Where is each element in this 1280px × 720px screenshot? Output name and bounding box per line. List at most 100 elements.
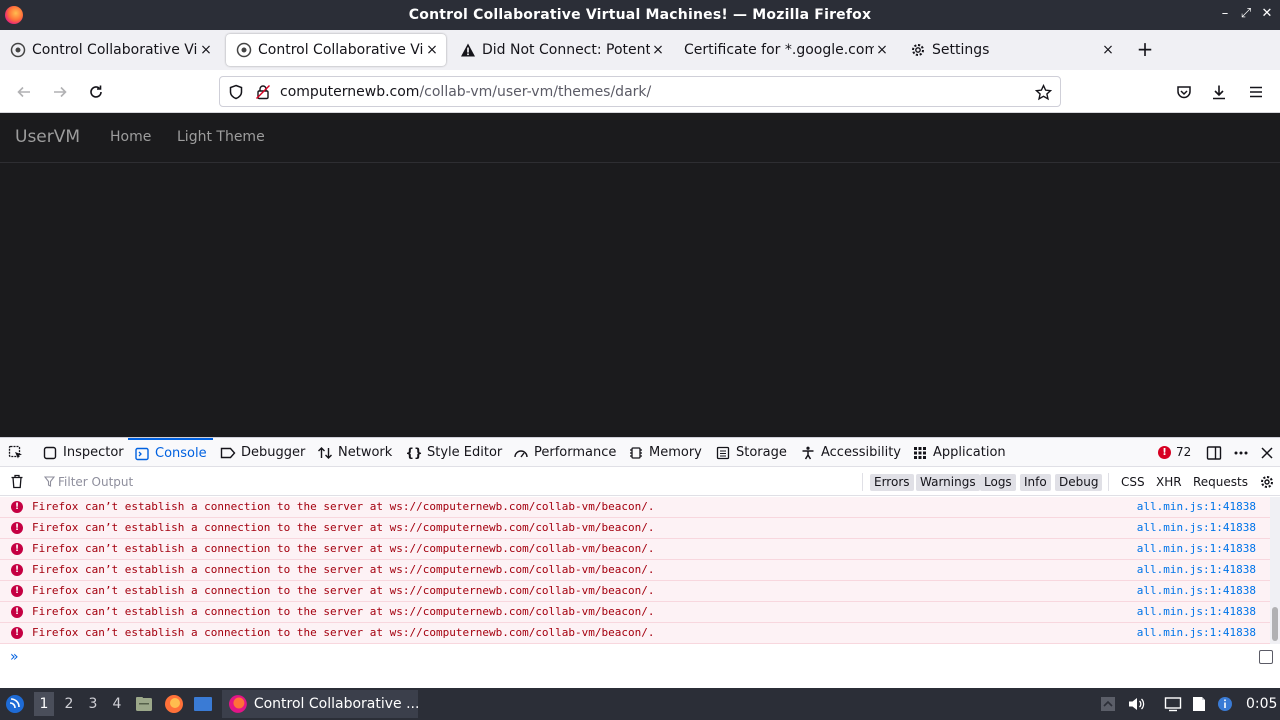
url-host: computernewb.com (280, 84, 420, 100)
element-picker-icon (8, 445, 22, 458)
workspace-1[interactable]: 1 (34, 692, 54, 716)
devtools-tab-debugger[interactable]: Debugger (220, 438, 305, 467)
insecure-lock-icon[interactable] (255, 84, 271, 100)
pocket-button[interactable] (1173, 81, 1195, 103)
nav-link-light-theme[interactable]: Light Theme (177, 129, 265, 145)
console-source-link[interactable]: all.min.js:1:41838 (1137, 605, 1256, 618)
console-message-row[interactable]: ! Firefox can’t establish a connection to… (0, 602, 1270, 623)
filter-debug-button[interactable]: Debug (1055, 474, 1103, 491)
console-source-link[interactable]: all.min.js:1:41838 (1137, 626, 1256, 639)
tab-did-not-connect[interactable]: Did Not Connect: Potential Security Issu… (450, 34, 672, 66)
devtools-tab-inspector[interactable]: Inspector (42, 438, 124, 467)
scrollbar-thumb[interactable] (1272, 607, 1278, 641)
devtools-tab-accessibility[interactable]: Accessibility (800, 438, 901, 467)
workspace-2[interactable]: 2 (62, 696, 76, 712)
volume-speaker-icon[interactable] (1127, 695, 1145, 713)
filter-requests-button[interactable]: Requests (1189, 474, 1252, 491)
taskbar-window-firefox[interactable]: Control Collaborative ... (222, 690, 418, 718)
tab-certificate[interactable]: Certificate for *.google.com × (674, 34, 896, 66)
filter-info-button[interactable]: Info (1020, 474, 1051, 491)
workspace-4[interactable]: 4 (110, 696, 124, 712)
error-icon: ! (11, 585, 23, 597)
console-settings-gear-icon[interactable] (1259, 474, 1275, 490)
tab-close-button[interactable]: × (198, 42, 214, 58)
console-source-link[interactable]: all.min.js:1:41838 (1137, 500, 1256, 513)
file-manager-icon[interactable] (134, 694, 154, 714)
clipboard-note-icon[interactable] (1190, 695, 1208, 713)
devtools-tab-label: Performance (534, 445, 617, 460)
filter-logs-button[interactable]: Logs (980, 474, 1016, 491)
trash-icon[interactable] (10, 474, 24, 489)
devtools-tab-performance[interactable]: Performance (513, 438, 616, 467)
console-output[interactable]: ! Firefox can’t establish a connection to… (0, 497, 1270, 644)
tab-close-button[interactable]: × (424, 42, 440, 58)
tray-up-arrow-icon[interactable] (1099, 695, 1117, 713)
close-window-button[interactable]: ✕ (1259, 6, 1275, 22)
network-monitor-icon[interactable] (1164, 695, 1182, 713)
forward-button[interactable] (49, 81, 71, 103)
notification-info-icon[interactable] (1216, 695, 1234, 713)
page-content: UserVM Home Light Theme (0, 113, 1280, 437)
firefox-launcher-icon[interactable] (164, 694, 184, 714)
start-menu-icon[interactable] (5, 694, 25, 714)
console-message-text: Firefox can’t establish a connection to … (32, 584, 655, 597)
console-message-row[interactable]: ! Firefox can’t establish a connection to… (0, 497, 1270, 518)
collab-vm-favicon-icon (10, 42, 26, 58)
filter-css-button[interactable]: CSS (1117, 474, 1149, 491)
tab-close-button[interactable]: × (650, 42, 666, 58)
console-source-link[interactable]: all.min.js:1:41838 (1137, 542, 1256, 555)
desktop-icon[interactable] (193, 694, 213, 714)
console-message-row[interactable]: ! Firefox can’t establish a connection to… (0, 539, 1270, 560)
console-message-row[interactable]: ! Firefox can’t establish a connection to… (0, 560, 1270, 581)
editor-mode-toggle-icon[interactable] (1259, 650, 1273, 664)
site-brand-link[interactable]: UserVM (15, 127, 80, 147)
error-icon: ! (1158, 445, 1171, 459)
clock: 0:05 (1246, 696, 1278, 712)
downloads-button[interactable] (1208, 81, 1230, 103)
console-message-row[interactable]: ! Firefox can’t establish a connection to… (0, 581, 1270, 602)
tracking-protection-shield-icon[interactable] (228, 84, 244, 100)
workspace-3[interactable]: 3 (86, 696, 100, 712)
filter-xhr-button[interactable]: XHR (1152, 474, 1186, 491)
error-count-badge[interactable]: ! 72 (1158, 445, 1191, 459)
tab-collab-vm-1[interactable]: Control Collaborative Virtual Machines! … (0, 34, 220, 66)
devtools-tab-memory[interactable]: Memory (628, 438, 702, 467)
nav-link-home[interactable]: Home (110, 129, 151, 145)
site-navbar: UserVM Home Light Theme (0, 113, 1280, 163)
minimize-button[interactable]: – (1217, 6, 1233, 22)
console-source-link[interactable]: all.min.js:1:41838 (1137, 563, 1256, 576)
tab-close-button[interactable]: × (1100, 42, 1116, 58)
console-message-row[interactable]: ! Firefox can’t establish a connection to… (0, 623, 1270, 644)
debugger-icon (220, 445, 236, 461)
element-picker-button[interactable] (8, 438, 24, 467)
devtools-tab-application[interactable]: Application (912, 438, 1006, 467)
console-message-row[interactable]: ! Firefox can’t establish a connection to… (0, 518, 1270, 539)
devtools-tab-storage[interactable]: Storage (715, 438, 787, 467)
tab-settings[interactable]: Settings × (900, 34, 1122, 66)
new-tab-button[interactable]: + (1134, 38, 1156, 60)
console-input-prompt[interactable]: » (10, 649, 19, 665)
devtools-tab-console[interactable]: Console (128, 438, 213, 467)
dock-toggle-button[interactable] (1206, 438, 1222, 467)
console-source-link[interactable]: all.min.js:1:41838 (1137, 521, 1256, 534)
filter-funnel-icon (44, 476, 55, 487)
devtools-tab-style-editor[interactable]: {} Style Editor (405, 438, 502, 467)
filter-output-input[interactable]: Filter Output (58, 475, 133, 489)
maximize-button[interactable]: ⤢ (1238, 6, 1254, 22)
reload-button[interactable] (85, 81, 107, 103)
tab-collab-vm-2[interactable]: Control Collaborative Virtual Machines! … (226, 34, 446, 66)
url-bar[interactable]: computernewb.com/collab-vm/user-vm/theme… (219, 76, 1061, 107)
performance-gauge-icon (513, 445, 529, 461)
error-icon: ! (11, 543, 23, 555)
bookmark-star-icon[interactable] (1035, 84, 1052, 101)
filter-errors-button[interactable]: Errors (870, 474, 914, 491)
devtools-more-options-button[interactable] (1233, 438, 1249, 467)
filter-warnings-button[interactable]: Warnings (916, 474, 980, 491)
console-scrollbar[interactable] (1270, 497, 1280, 644)
tab-close-button[interactable]: × (874, 42, 890, 58)
app-menu-button[interactable] (1245, 81, 1267, 103)
devtools-tab-network[interactable]: Network (317, 438, 392, 467)
back-button[interactable] (13, 81, 35, 103)
close-devtools-button[interactable] (1260, 438, 1274, 467)
console-source-link[interactable]: all.min.js:1:41838 (1137, 584, 1256, 597)
